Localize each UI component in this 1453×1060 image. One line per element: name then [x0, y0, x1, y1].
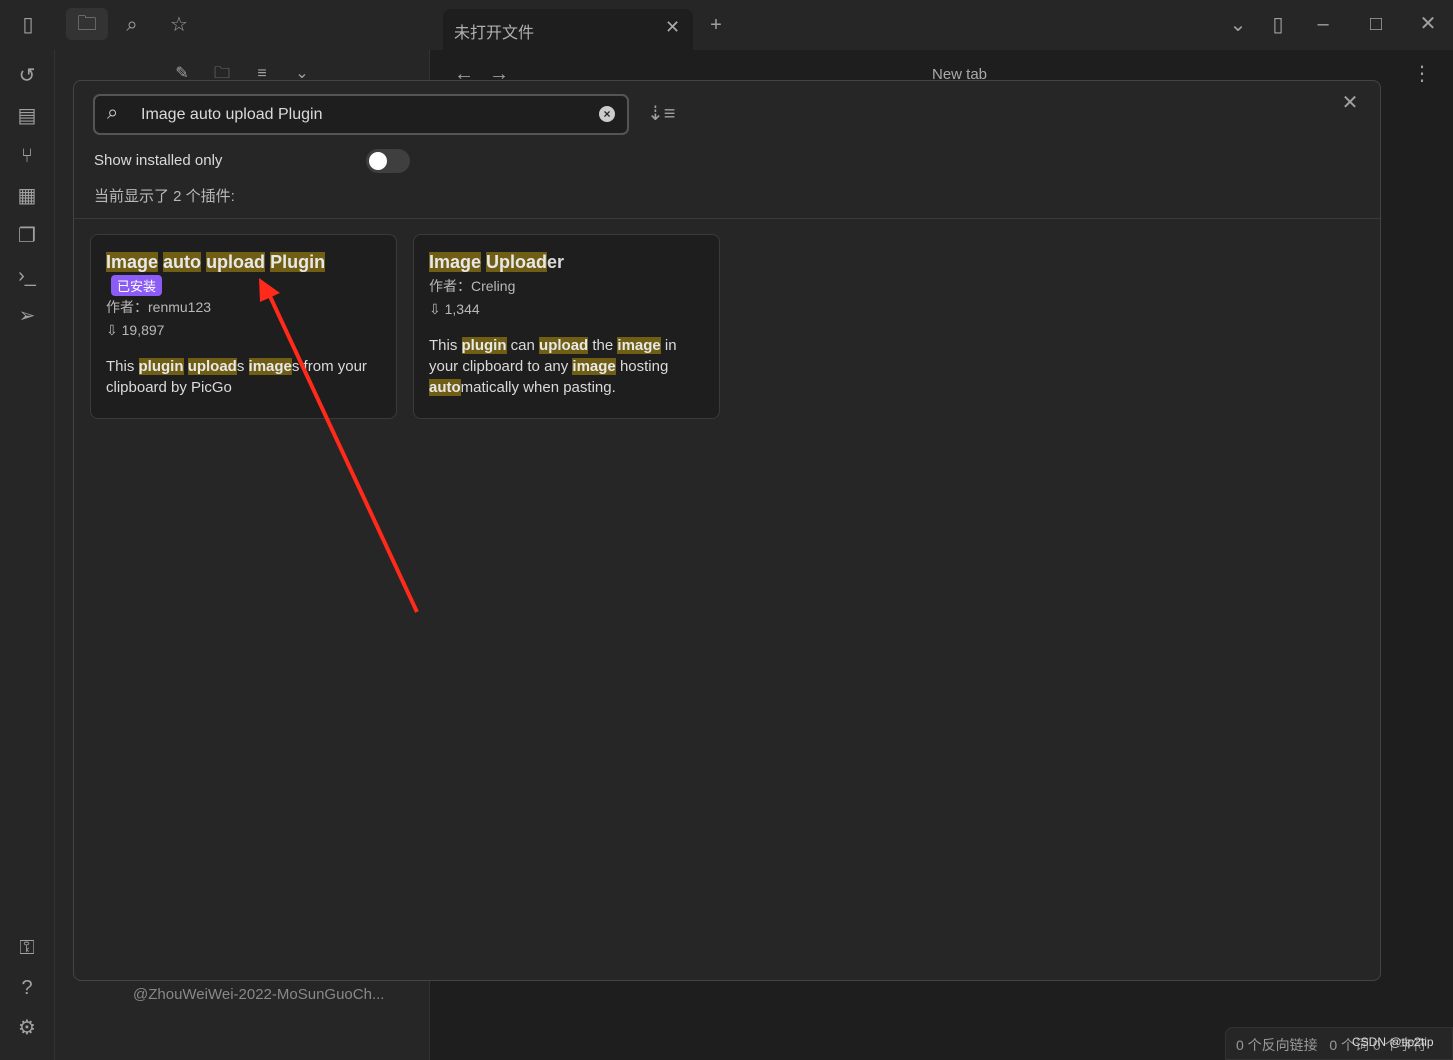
- annotation-arrow: [259, 278, 419, 613]
- arrow-shaft: [266, 291, 419, 613]
- watermark: CSDN @tip2tip: [1352, 1035, 1434, 1049]
- backlinks-count[interactable]: 0 个反向链接: [1236, 1037, 1318, 1053]
